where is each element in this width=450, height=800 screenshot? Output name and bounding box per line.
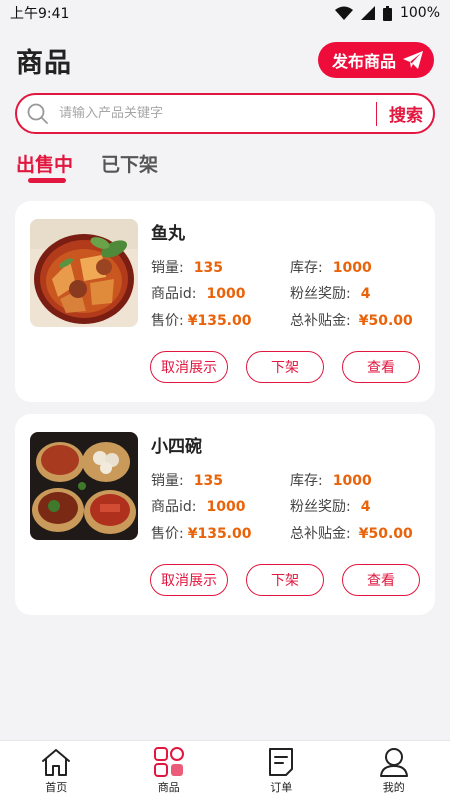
fan-reward-value: 4 <box>360 499 371 515</box>
search-divider <box>376 101 377 126</box>
fan-reward-value: 4 <box>360 286 371 302</box>
fan-reward-label: 粉丝奖励: <box>290 286 351 302</box>
sales-field: 销量: 135 <box>151 470 223 490</box>
home-icon <box>42 749 71 776</box>
fan-reward-label: 粉丝奖励: <box>290 499 351 515</box>
grid-icon <box>153 747 184 777</box>
subsidy-field: 总补贴金: ¥50.00 <box>290 310 413 330</box>
price-label: 售价: <box>151 526 184 542</box>
view-button[interactable]: 查看 <box>342 564 420 596</box>
stock-label: 库存: <box>290 260 323 276</box>
search-icon <box>27 103 48 124</box>
card-actions: 取消展示 下架 查看 <box>150 351 420 383</box>
subsidy-value: ¥50.00 <box>358 526 413 542</box>
product-card: 小四碗 销量: 135 库存: 1000 商品id: 1000 粉丝奖励: 4 售价: ¥… <box>15 414 435 615</box>
search-input[interactable] <box>59 106 368 121</box>
sales-field: 销量: 135 <box>151 257 223 277</box>
nav-label: 商品 <box>157 781 180 794</box>
nav-item-profile[interactable]: 我的 <box>338 741 450 800</box>
price-value: ¥135.00 <box>187 526 252 542</box>
nav-label: 订单 <box>270 781 293 794</box>
battery-icon <box>382 5 392 21</box>
status-time: 上午9:41 <box>10 6 70 22</box>
subsidy-field: 总补贴金: ¥50.00 <box>290 523 413 543</box>
card-actions: 取消展示 下架 查看 <box>150 564 420 596</box>
wifi-icon <box>334 6 353 20</box>
view-button[interactable]: 查看 <box>342 351 420 383</box>
fan-reward-field: 粉丝奖励: 4 <box>290 283 370 303</box>
header: 商品 发布商品 <box>16 40 434 80</box>
user-icon <box>379 748 408 777</box>
product-id-value: 1000 <box>206 499 246 515</box>
product-id-field: 商品id: 1000 <box>151 496 245 516</box>
nav-label: 我的 <box>382 781 405 794</box>
bottom-nav: 首页 商品 订单 我的 <box>0 740 450 800</box>
product-image[interactable] <box>30 219 138 327</box>
delist-button[interactable]: 下架 <box>246 351 324 383</box>
signal-icon <box>360 6 375 20</box>
publish-label: 发布商品 <box>331 52 396 71</box>
delist-button[interactable]: 下架 <box>246 564 324 596</box>
sales-label: 销量: <box>151 473 184 489</box>
subsidy-label: 总补贴金: <box>290 313 351 329</box>
tab-label: 已下架 <box>101 154 159 176</box>
stock-field: 库存: 1000 <box>290 257 372 277</box>
product-card: 鱼丸 销量: 135 库存: 1000 商品id: 1000 粉丝奖励: 4 售价: ¥1… <box>15 201 435 402</box>
tab-on-sale[interactable]: 出售中 <box>16 150 73 186</box>
stock-value: 1000 <box>332 473 372 489</box>
stock-field: 库存: 1000 <box>290 470 372 490</box>
status-bar: 上午9:41 100% <box>0 0 450 26</box>
send-icon <box>403 51 423 69</box>
product-id-label: 商品id: <box>151 499 197 515</box>
status-icons: 100% <box>334 5 440 21</box>
nav-label: 首页 <box>45 781 68 794</box>
sales-value: 135 <box>193 473 223 489</box>
product-id-value: 1000 <box>206 286 246 302</box>
price-field: 售价: ¥135.00 <box>151 310 251 330</box>
nav-item-home[interactable]: 首页 <box>0 741 113 800</box>
battery-level: 100% <box>399 5 440 21</box>
publish-product-button[interactable]: 发布商品 <box>317 42 434 78</box>
product-image[interactable] <box>30 432 138 540</box>
product-id-field: 商品id: 1000 <box>151 283 245 303</box>
fan-reward-field: 粉丝奖励: 4 <box>290 496 370 516</box>
status-tabs: 出售中 已下架 <box>16 150 158 186</box>
cancel-display-button[interactable]: 取消展示 <box>150 351 228 383</box>
stock-label: 库存: <box>290 473 323 489</box>
sales-label: 销量: <box>151 260 184 276</box>
page-title: 商品 <box>16 47 72 79</box>
nav-item-products[interactable]: 商品 <box>113 741 226 800</box>
nav-item-orders[interactable]: 订单 <box>225 741 338 800</box>
subsidy-label: 总补贴金: <box>290 526 351 542</box>
product-name: 小四碗 <box>151 437 202 457</box>
stock-value: 1000 <box>332 260 372 276</box>
tab-label: 出售中 <box>16 154 74 176</box>
search-bar: 搜索 <box>15 93 435 134</box>
order-icon <box>269 748 294 776</box>
active-tab-indicator <box>28 178 66 183</box>
product-name: 鱼丸 <box>151 224 185 244</box>
product-id-label: 商品id: <box>151 286 197 302</box>
tab-delisted[interactable]: 已下架 <box>101 150 158 186</box>
cancel-display-button[interactable]: 取消展示 <box>150 564 228 596</box>
price-label: 售价: <box>151 313 184 329</box>
sales-value: 135 <box>193 260 223 276</box>
price-value: ¥135.00 <box>187 313 252 329</box>
search-button[interactable]: 搜索 <box>389 101 423 126</box>
price-field: 售价: ¥135.00 <box>151 523 251 543</box>
subsidy-value: ¥50.00 <box>358 313 413 329</box>
